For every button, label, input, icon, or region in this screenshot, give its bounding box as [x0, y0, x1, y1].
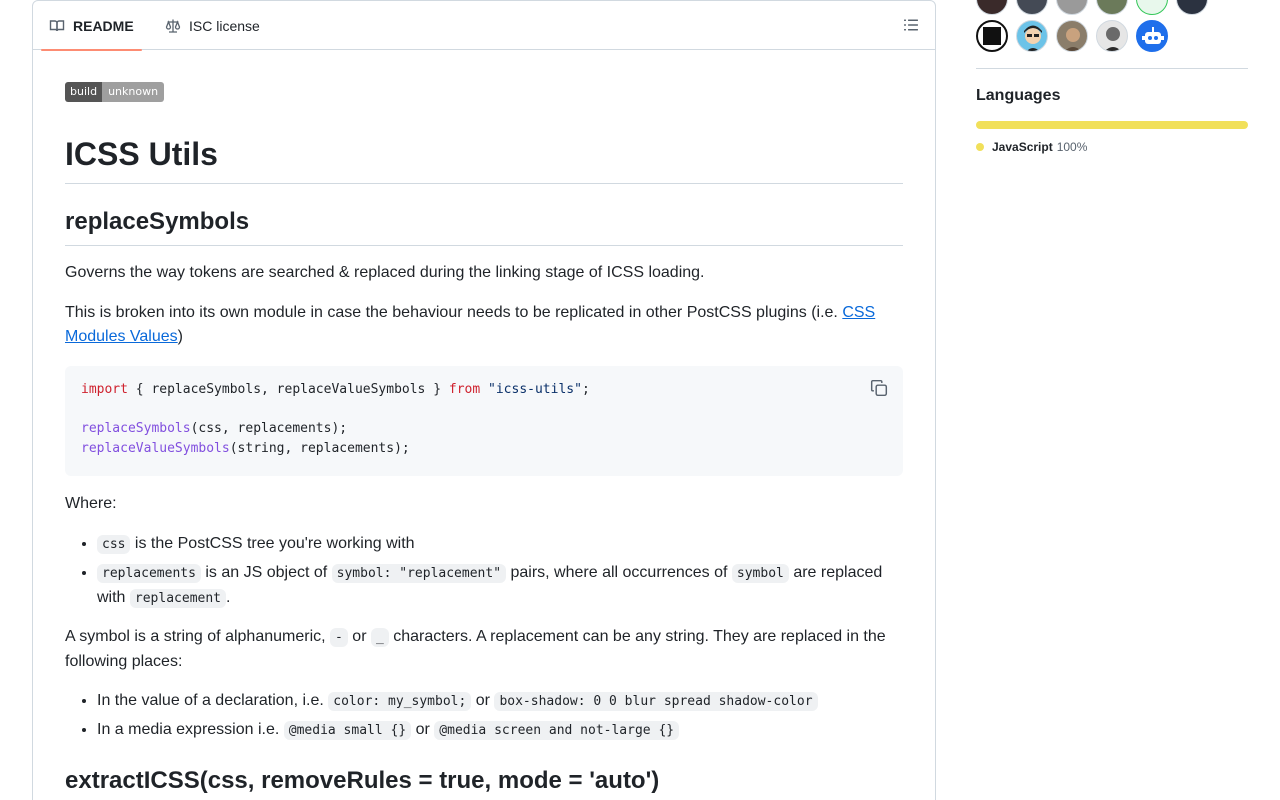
book-icon — [49, 19, 65, 31]
tab-license-label: ISC license — [189, 17, 260, 34]
contributors-avatars-row — [976, 20, 1168, 52]
paragraph-broken-into-module: This is broken into its own module in ca… — [65, 301, 903, 349]
avatar[interactable] — [1016, 0, 1048, 15]
avatar[interactable] — [1056, 20, 1088, 52]
list-text: In the value of a declaration, i.e. — [97, 692, 329, 709]
paragraph-where: Where: — [65, 495, 117, 512]
code-line: replaceSymbols(css, replacements); — [81, 419, 347, 439]
heading-replace-symbols: replaceSymbols — [65, 208, 250, 235]
avatar-image — [1064, 28, 1082, 51]
code-keyword: from — [448, 382, 481, 397]
inline-code: _ — [370, 628, 389, 647]
code-function: replaceValueSymbols — [81, 441, 230, 456]
avatar-image — [1024, 25, 1042, 51]
list-item: css is the PostCSS tree you're working w… — [97, 532, 903, 557]
badge-status: unknown — [102, 82, 165, 102]
avatar[interactable] — [1136, 20, 1168, 52]
inline-code: color: my_symbol; — [328, 692, 472, 711]
avatar[interactable] — [976, 20, 1008, 52]
code-block: import { replaceSymbols, replaceValueSym… — [65, 366, 903, 476]
inline-code: symbol — [731, 564, 789, 583]
inline-code: css — [97, 535, 131, 554]
avatar[interactable] — [976, 0, 1008, 15]
law-icon — [165, 19, 181, 33]
inline-code: - — [330, 628, 348, 647]
readme-title: ICSS Utils — [65, 136, 218, 172]
title-divider — [65, 183, 903, 184]
contributors-avatars-row — [976, 0, 1208, 15]
inline-code: replacement — [129, 589, 226, 608]
badge-label: build — [65, 82, 103, 102]
paragraph-text: or — [347, 628, 371, 645]
avatar[interactable] — [1016, 20, 1048, 52]
language-percent: 100% — [1056, 140, 1088, 154]
code-keyword: import — [81, 382, 128, 397]
list-item: In a media expression i.e. @media small … — [97, 718, 903, 743]
list-text: In a media expression i.e. — [97, 721, 284, 738]
tab-readme-label: README — [73, 17, 134, 34]
avatar[interactable] — [1096, 20, 1128, 52]
readme-panel: README ISC license build unknown ICSS Ut… — [32, 0, 936, 800]
heading-divider — [65, 245, 903, 246]
language-color-dot — [976, 143, 984, 151]
places-list: In the value of a declaration, i.e. colo… — [97, 689, 903, 747]
avatar-image — [1104, 27, 1122, 51]
code-line: replaceValueSymbols(string, replacements… — [81, 439, 410, 459]
code-function: replaceSymbols — [81, 421, 191, 436]
paragraph-governs: Governs the way tokens are searched & re… — [65, 264, 705, 281]
avatar[interactable] — [1056, 0, 1088, 15]
avatar[interactable] — [1096, 0, 1128, 15]
paragraph-text: This is broken into its own module in ca… — [65, 304, 843, 321]
paragraph-symbol-definition: A symbol is a string of alphanumeric, - … — [65, 625, 903, 674]
heading-extract-icss: extractICSS(css, removeRules = true, mod… — [65, 767, 660, 794]
paragraph-text: A symbol is a string of alphanumeric, — [65, 628, 331, 645]
list-text: or — [411, 721, 435, 738]
list-text: pairs, where all occurrences of — [506, 564, 732, 581]
list-item: replacements is an JS object of symbol: … — [97, 561, 903, 611]
list-unordered-icon[interactable] — [903, 17, 919, 33]
tab-license[interactable]: ISC license — [157, 1, 268, 50]
inline-code: symbol: "replacement" — [331, 564, 507, 583]
avatar-image — [983, 27, 1001, 45]
paragraph-text: ) — [177, 328, 183, 345]
code-string: "icss-utils" — [480, 382, 582, 397]
sidebar-divider — [976, 68, 1248, 69]
list-text: . — [226, 589, 231, 606]
avatar-image — [1142, 27, 1164, 44]
code-text: (string, replacements); — [229, 441, 410, 456]
languages-heading: Languages — [976, 87, 1061, 104]
language-name: JavaScript — [992, 140, 1053, 154]
params-list: css is the PostCSS tree you're working w… — [97, 532, 903, 615]
build-status-badge[interactable]: build unknown — [65, 82, 165, 102]
inline-code: replacements — [97, 564, 201, 583]
languages-bar — [976, 121, 1248, 129]
code-text: ; — [581, 382, 590, 397]
list-text: is an JS object of — [200, 564, 332, 581]
tab-readme[interactable]: README — [41, 1, 142, 51]
avatar[interactable] — [1176, 0, 1208, 15]
avatar[interactable] — [1136, 0, 1168, 15]
code-text: (css, replacements); — [190, 421, 348, 436]
list-item: In the value of a declaration, i.e. colo… — [97, 689, 903, 714]
language-item-javascript[interactable]: JavaScript 100% — [976, 140, 1087, 154]
inline-code: box-shadow: 0 0 blur spread shadow-color — [494, 692, 818, 711]
code-text: { replaceSymbols, replaceValueSymbols } — [127, 382, 449, 397]
list-text: or — [471, 692, 495, 709]
inline-code: @media screen and not-large {} — [434, 721, 680, 740]
readme-tabbar: README ISC license — [33, 1, 935, 51]
copy-icon[interactable] — [870, 379, 888, 397]
list-text: is the PostCSS tree you're working with — [130, 535, 415, 552]
inline-code: @media small {} — [283, 721, 412, 740]
code-line: import { replaceSymbols, replaceValueSym… — [81, 380, 590, 400]
